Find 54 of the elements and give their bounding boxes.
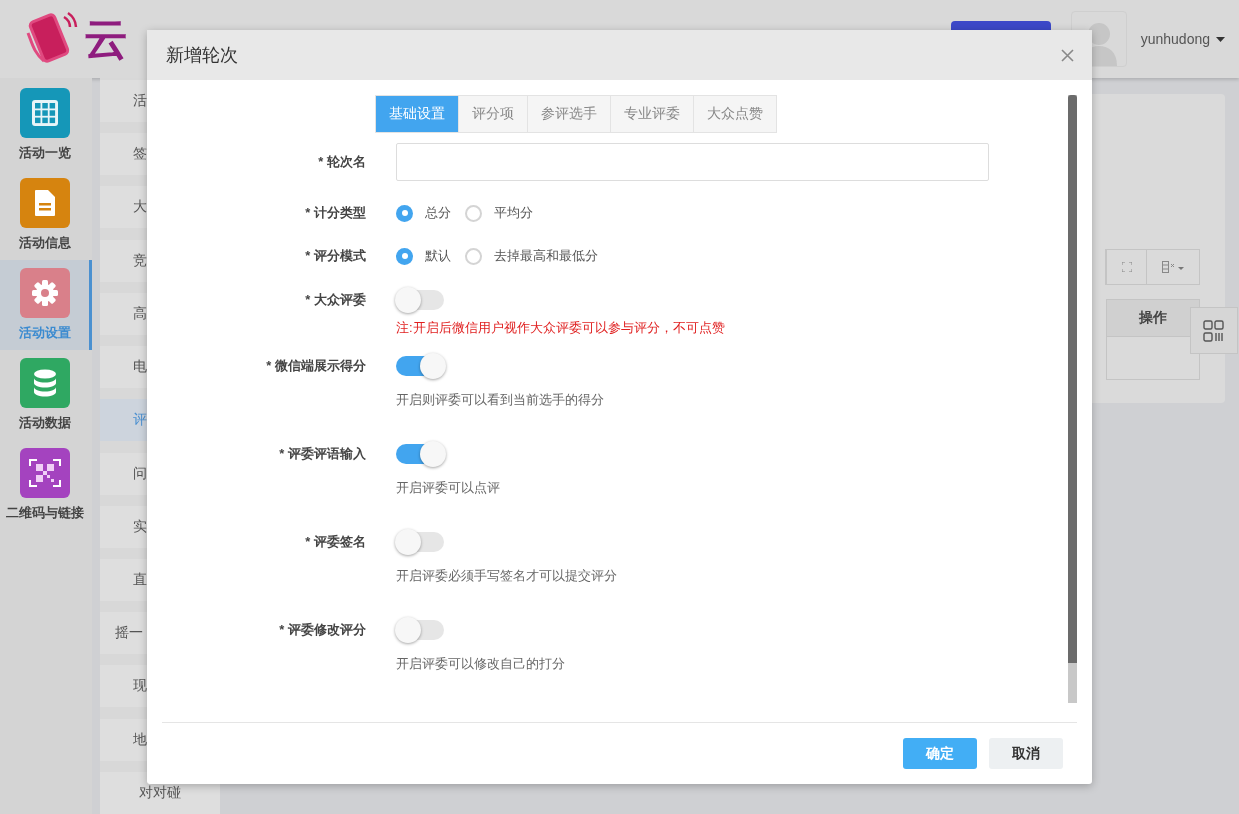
close-icon[interactable] [1061,48,1074,62]
help-text: 开启评委可以修改自己的打分 [396,655,565,673]
radio-label: 平均分 [494,204,533,222]
nav-label: 活动信息 [18,234,71,252]
nav-label: 二维码与链接 [5,504,84,522]
layout-button[interactable] [1190,307,1238,354]
field-label: * 评委签名 [304,533,366,551]
field-label: * 评分模式 [304,247,366,265]
nav-label: 活动一览 [18,144,71,162]
columns-icon [1162,261,1184,273]
database-icon [32,369,57,397]
toggle-switch[interactable] [396,441,448,467]
document-icon [33,189,56,217]
fullscreen-icon [1121,262,1132,272]
field-label: * 评委评语输入 [278,445,366,463]
qr-code-icon [27,458,62,488]
field-label: * 微信端展示得分 [265,357,366,375]
radio-label: 去掉最高和最低分 [494,247,598,265]
field-label: * 轮次名 [317,153,366,171]
radio-button[interactable] [396,204,413,222]
radio-button[interactable] [465,204,482,222]
grid-icon [30,99,59,127]
scrollbar[interactable] [1068,95,1077,703]
tab[interactable]: 大众点赞 [692,95,777,133]
radio-button[interactable] [396,247,413,265]
radio-label: 默认 [425,247,451,265]
layout-icon [1203,319,1225,342]
help-text: 开启评委可以点评 [396,479,500,497]
nav-item[interactable]: 二维码与链接 [0,440,92,530]
nav-item[interactable]: 活动信息 [0,170,92,260]
tab[interactable]: 参评选手 [526,95,611,133]
field-label: * 大众评委 [304,291,366,309]
cancel-button[interactable]: 取消 [989,738,1063,769]
gear-icon [30,279,59,307]
nav-item[interactable]: 活动一览 [0,80,92,170]
field-label: * 计分类型 [304,204,366,222]
nav-label: 活动设置 [18,324,71,342]
help-text: 开启则评委可以看到当前选手的得分 [396,391,604,409]
user-name[interactable]: yunhudong [1140,31,1210,47]
field-label: * 评委修改评分 [278,621,366,639]
logo-text: 云 [84,12,128,65]
radio-label: 总分 [425,204,451,222]
nav-label: 活动数据 [18,414,71,432]
tab[interactable]: 评分项 [457,95,528,133]
dialog-title: 新增轮次 [166,44,238,67]
nav-item[interactable]: 活动数据 [0,350,92,440]
toggle-switch[interactable] [396,353,448,379]
round-name-input[interactable] [396,143,989,181]
caret-icon[interactable] [1216,36,1225,42]
help-text: 开启评委必须手写签名才可以提交评分 [396,567,617,585]
warning-note: 注:开启后微信用户视作大众评委可以参与评分，不可点赞 [396,319,725,337]
radio-button[interactable] [465,247,482,265]
tab[interactable]: 专业评委 [609,95,694,133]
column-header: 操作 [1106,299,1200,337]
